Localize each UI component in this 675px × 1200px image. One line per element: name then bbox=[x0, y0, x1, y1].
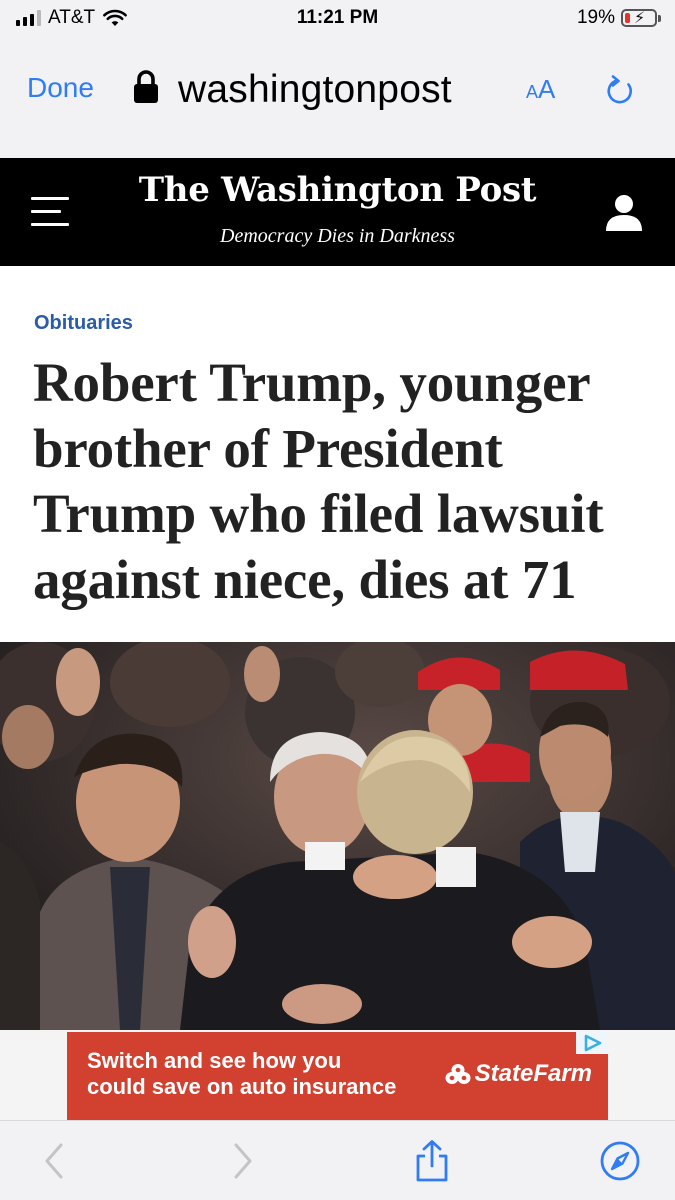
url-text[interactable]: washingtonpost bbox=[178, 68, 508, 112]
lock-icon bbox=[134, 70, 158, 103]
browser-address-bar: Done washingtonpost AA bbox=[0, 38, 675, 158]
photo-illustration bbox=[0, 642, 675, 1030]
article-photo[interactable] bbox=[0, 642, 675, 1030]
text-size-large-a: A bbox=[538, 74, 556, 104]
done-button[interactable]: Done bbox=[27, 72, 94, 104]
section-link[interactable]: Obituaries bbox=[34, 312, 133, 335]
status-right: 19% ⚡ bbox=[577, 7, 661, 29]
ad-text: Switch and see how you could save on aut… bbox=[87, 1048, 396, 1100]
open-in-safari-button[interactable] bbox=[598, 1139, 642, 1183]
account-icon[interactable] bbox=[603, 194, 645, 232]
site-tagline: Democracy Dies in Darkness bbox=[220, 225, 455, 247]
forward-icon bbox=[234, 1143, 252, 1179]
compass-icon bbox=[600, 1141, 640, 1181]
back-icon bbox=[45, 1143, 63, 1179]
battery-charging-icon: ⚡ bbox=[621, 8, 657, 27]
share-icon bbox=[416, 1140, 448, 1182]
ad-container: Switch and see how you could save on aut… bbox=[0, 1030, 675, 1120]
reload-icon[interactable] bbox=[603, 74, 637, 108]
forward-button[interactable] bbox=[220, 1139, 264, 1183]
share-button[interactable] bbox=[410, 1139, 454, 1183]
ad-text-line1: Switch and see how you bbox=[87, 1048, 342, 1073]
browser-toolbar bbox=[0, 1120, 675, 1200]
ad-brand: StateFarm bbox=[445, 1060, 592, 1088]
back-button[interactable] bbox=[33, 1139, 77, 1183]
status-time: 11:21 PM bbox=[296, 7, 379, 28]
battery-percent: 19% bbox=[576, 7, 615, 28]
charging-bolt-icon: ⚡ bbox=[634, 8, 646, 27]
site-logo[interactable]: The Washington Post bbox=[120, 170, 555, 210]
site-masthead: The Washington Post Democracy Dies in Da… bbox=[0, 158, 675, 266]
text-size-button[interactable]: AA bbox=[526, 74, 555, 105]
article-headline: Robert Trump, younger brother of Preside… bbox=[33, 352, 604, 610]
status-bar: AT&T 11:21 PM 19% ⚡ bbox=[0, 0, 675, 38]
state-farm-ad[interactable]: Switch and see how you could save on aut… bbox=[67, 1032, 608, 1120]
adchoices-icon[interactable] bbox=[576, 1032, 608, 1054]
battery-tip bbox=[658, 14, 661, 22]
text-size-small-a: A bbox=[526, 82, 539, 102]
hamburger-menu-icon[interactable] bbox=[31, 197, 69, 227]
state-farm-logo-icon bbox=[445, 1064, 471, 1084]
battery-fill bbox=[625, 13, 630, 23]
ad-text-line2: could save on auto insurance bbox=[87, 1074, 397, 1099]
ad-brand-name: StateFarm bbox=[474, 1060, 592, 1087]
